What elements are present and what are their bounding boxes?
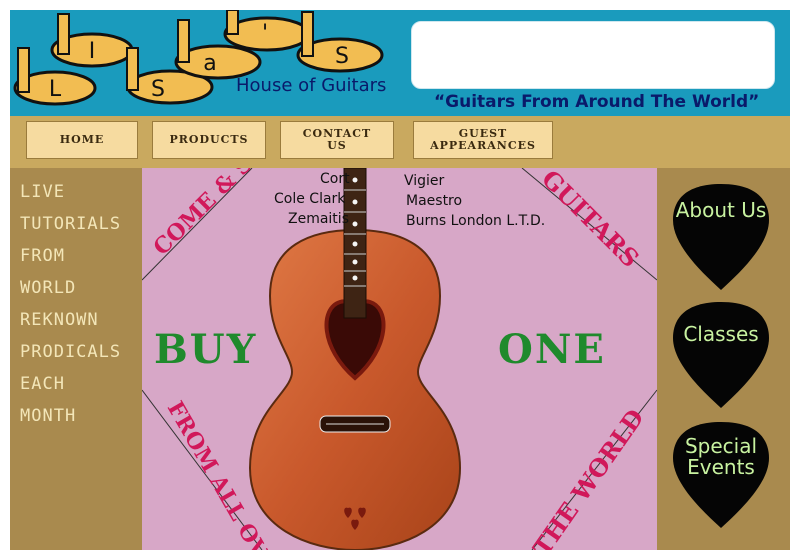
logo-letter-5: ' <box>262 21 268 46</box>
center-panel: Cort Cole Clark Zemaitis Vigier Maestro … <box>142 168 657 550</box>
header: L I S a ' S House of Guitars “Guitars Fr… <box>10 10 790 116</box>
left-word-7: EACH <box>20 374 65 394</box>
page: L I S a ' S House of Guitars “Guitars Fr… <box>0 0 800 557</box>
brand-zemaitis: Zemaitis <box>288 211 349 227</box>
right-sidebar: About Us Classes Special Events <box>657 168 790 550</box>
nav-contact-button[interactable]: CONTACT US <box>280 121 394 159</box>
left-word-6: PRODICALS <box>20 342 122 362</box>
header-banner-box <box>411 21 775 89</box>
left-word-1: LIVE <box>20 182 65 202</box>
nav-products-button[interactable]: PRODUCTS <box>152 121 266 159</box>
site-logo[interactable]: L I S a ' S <box>10 10 410 116</box>
about-us-pick[interactable]: About Us <box>671 182 771 292</box>
classes-pick[interactable]: Classes <box>671 300 771 410</box>
nav-home-button[interactable]: HOME <box>26 121 138 159</box>
brand-cort: Cort <box>320 171 350 187</box>
nav-bar: HOME PRODUCTS CONTACT US GUEST APPEARANC… <box>10 116 790 168</box>
logo-letter-1: L <box>49 77 62 102</box>
special-events-pick[interactable]: Special Events <box>671 420 771 530</box>
nav-home-label: HOME <box>59 133 105 146</box>
about-us-label: About Us <box>675 198 767 222</box>
logo-letter-6: S <box>335 44 349 69</box>
special-events-label: Special Events <box>684 434 758 479</box>
classes-label: Classes <box>683 322 759 346</box>
left-sidebar: LIVE TUTORIALS FROM WORLD REKNOWN PRODIC… <box>10 168 142 550</box>
logo-letter-4: a <box>203 51 216 76</box>
tagline: “Guitars From Around The World” <box>434 92 760 112</box>
nav-contact-label: CONTACT US <box>302 127 372 152</box>
nav-guest-button[interactable]: GUEST APPEARANCES <box>413 121 553 159</box>
left-word-2: TUTORIALS <box>20 214 122 234</box>
logo-letter-3: S <box>151 77 165 102</box>
buy-text: BUY <box>154 326 258 373</box>
guitar-pick-icon <box>673 302 769 408</box>
brand-burns-london: Burns London L.T.D. <box>406 213 546 229</box>
left-word-3: FROM <box>20 246 65 266</box>
site-subtitle: House of Guitars <box>236 75 387 96</box>
one-text: ONE <box>498 326 606 373</box>
left-word-5: REKNOWN <box>20 310 99 330</box>
brand-maestro: Maestro <box>406 193 463 209</box>
brand-vigier: Vigier <box>404 173 445 189</box>
nav-products-label: PRODUCTS <box>169 133 249 146</box>
left-word-8: MONTH <box>20 406 77 426</box>
logo-letter-2: I <box>89 39 96 64</box>
nav-guest-label: GUEST APPEARANCES <box>430 127 536 152</box>
left-word-4: WORLD <box>20 278 77 298</box>
brand-cole-clark: Cole Clark <box>274 191 346 207</box>
